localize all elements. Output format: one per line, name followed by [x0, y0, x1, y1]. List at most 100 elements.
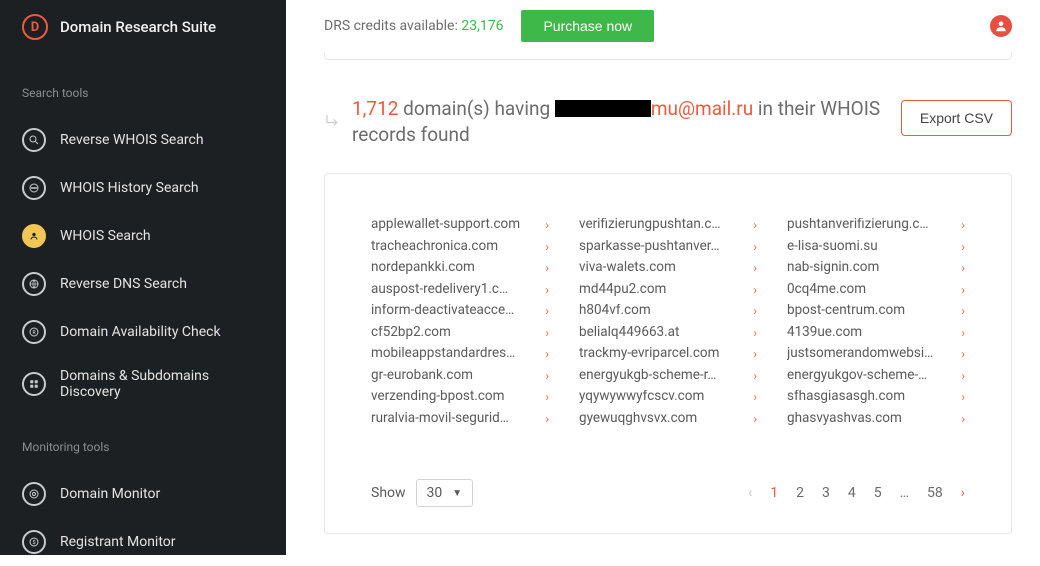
domain-name: md44pu2.com — [579, 283, 666, 297]
sidebar-item-whois-history-search[interactable]: WHOIS History Search — [0, 164, 286, 212]
domain-link[interactable]: bpost-centrum.com› — [787, 300, 965, 322]
purchase-button[interactable]: Purchase now — [521, 10, 654, 42]
domain-link[interactable]: applewallet-support.com› — [371, 214, 549, 236]
pager-page-4[interactable]: 4 — [848, 485, 856, 501]
domain-name: sparkasse-pushtanver… — [579, 240, 720, 254]
app-logo-icon: D — [22, 14, 48, 40]
domain-link[interactable]: auspost-redelivery1.c…› — [371, 279, 549, 301]
sidebar-item-registrant-monitor[interactable]: $Registrant Monitor — [0, 518, 286, 566]
domain-link[interactable]: nordepankki.com› — [371, 257, 549, 279]
domain-link[interactable]: ghasvyashvas.com› — [787, 408, 965, 430]
chevron-right-icon: › — [545, 219, 549, 231]
domain-link[interactable]: viva-walets.com› — [579, 257, 757, 279]
sidebar-item-domain-availability-check[interactable]: RDomain Availability Check — [0, 308, 286, 356]
pager-page-2[interactable]: 2 — [796, 485, 804, 501]
pager-next[interactable]: › — [961, 485, 965, 501]
chevron-right-icon: › — [753, 327, 757, 339]
sidebar-item-reverse-dns-search[interactable]: Reverse DNS Search — [0, 260, 286, 308]
previous-panel-edge — [324, 52, 1012, 60]
domain-column: verifizierungpushtan.c…›sparkasse-pushta… — [579, 214, 757, 429]
chevron-right-icon: › — [753, 262, 757, 274]
chevron-right-icon: › — [545, 241, 549, 253]
domain-link[interactable]: cf52bp2.com› — [371, 322, 549, 344]
nav-label: Reverse DNS Search — [60, 276, 187, 292]
pager-page-5[interactable]: 5 — [874, 485, 882, 501]
domain-link[interactable]: verifizierungpushtan.c…› — [579, 214, 757, 236]
domain-link[interactable]: tracheachronica.com › — [371, 236, 549, 258]
domain-link[interactable]: 4139ue.com› — [787, 322, 965, 344]
chevron-right-icon: › — [545, 391, 549, 403]
chevron-right-icon: › — [753, 305, 757, 317]
domain-link[interactable]: md44pu2.com› — [579, 279, 757, 301]
pager-page-1[interactable]: 1 — [770, 485, 778, 501]
domain-name: h804vf.com — [579, 304, 651, 318]
domain-link[interactable]: belialq449663.at› — [579, 322, 757, 344]
pager: ‹ 1 2 3 4 5 … 58 › — [748, 485, 965, 501]
chevron-right-icon: › — [961, 241, 965, 253]
pager-ellipsis: … — [900, 485, 909, 501]
domain-link[interactable]: justsomerandomwebsi… › — [787, 343, 965, 365]
register-icon: R — [22, 320, 46, 344]
page-size-select[interactable]: 30 ▼ — [416, 479, 474, 507]
chevron-right-icon: › — [753, 391, 757, 403]
result-count: 1,712 — [352, 97, 398, 120]
pager-page-3[interactable]: 3 — [822, 485, 830, 501]
domain-link[interactable]: trackmy-evriparcel.com › — [579, 343, 757, 365]
chevron-right-icon: › — [545, 305, 549, 317]
domain-link[interactable]: verzending-bpost.com› — [371, 386, 549, 408]
sidebar-item-whois-search[interactable]: WHOIS Search — [0, 212, 286, 260]
domain-link[interactable]: sparkasse-pushtanver…› — [579, 236, 757, 258]
domain-link[interactable]: 0cq4me.com› — [787, 279, 965, 301]
domain-name: 0cq4me.com — [787, 283, 866, 297]
domain-name: verifizierungpushtan.c… — [579, 218, 720, 232]
result-summary-row: 1,712 domain(s) having mu@mail.ru in the… — [324, 96, 1012, 147]
domain-link[interactable]: e-lisa-suomi.su› — [787, 236, 965, 258]
grid-icon — [22, 372, 46, 396]
nav-label: Domain Monitor — [60, 486, 160, 502]
result-summary: 1,712 domain(s) having mu@mail.ru in the… — [352, 96, 901, 147]
domain-link[interactable]: yqywywwyfcscv.com› — [579, 386, 757, 408]
export-csv-button[interactable]: Export CSV — [901, 100, 1012, 136]
redacted-email-prefix — [555, 100, 651, 117]
chevron-right-icon: › — [545, 327, 549, 339]
pager-page-58[interactable]: 58 — [927, 485, 943, 501]
domain-name: 4139ue.com — [787, 326, 862, 340]
domain-link[interactable]: ruralvia-movil-segurid…› — [371, 408, 549, 430]
chevron-right-icon: › — [545, 284, 549, 296]
domain-link[interactable]: h804vf.com › — [579, 300, 757, 322]
sidebar-item-domains-subdomains-discovery[interactable]: Domains & Subdomains Discovery — [0, 356, 286, 412]
chevron-right-icon: › — [961, 348, 965, 360]
indent-arrow-icon — [324, 112, 342, 130]
domain-link[interactable]: nab-signin.com› — [787, 257, 965, 279]
chevron-right-icon: › — [753, 413, 757, 425]
chevron-right-icon: › — [545, 348, 549, 360]
domain-link[interactable]: gyewuqghvsvx.com› — [579, 408, 757, 430]
domain-link[interactable]: energyukgb-scheme-r…› — [579, 365, 757, 387]
chevron-right-icon: › — [753, 348, 757, 360]
sidebar-item-domain-monitor[interactable]: Domain Monitor — [0, 470, 286, 518]
whois-icon — [22, 224, 46, 248]
pager-prev[interactable]: ‹ — [748, 485, 752, 501]
sidebar-item-reverse-whois-search[interactable]: Reverse WHOIS Search — [0, 116, 286, 164]
domain-link[interactable]: inform-deactivateacce…› — [371, 300, 549, 322]
user-icon[interactable] — [990, 15, 1012, 37]
domain-link[interactable]: energyukgov-scheme-…› — [787, 365, 965, 387]
chevron-right-icon: › — [961, 413, 965, 425]
sidebar-section-search: Search tools — [0, 58, 286, 116]
sidebar-section-monitor: Monitoring tools — [0, 412, 286, 470]
sidebar: D Domain Research Suite Search tools Rev… — [0, 0, 286, 555]
domain-name: gr-eurobank.com — [371, 369, 473, 383]
domain-column: pushtanverifizierung.c…›e-lisa-suomi.su›… — [787, 214, 965, 429]
domain-name: justsomerandomwebsi… — [787, 347, 933, 361]
domain-link[interactable]: gr-eurobank.com› — [371, 365, 549, 387]
history-icon — [22, 176, 46, 200]
domain-results-panel: applewallet-support.com›tracheachronica.… — [324, 173, 1012, 534]
domain-name: trackmy-evriparcel.com — [579, 347, 719, 361]
domain-link[interactable]: pushtanverifizierung.c…› — [787, 214, 965, 236]
caret-down-icon: ▼ — [452, 488, 462, 499]
domain-name: tracheachronica.com — [371, 240, 498, 254]
chevron-right-icon: › — [961, 262, 965, 274]
domain-link[interactable]: mobileappstandardres…› — [371, 343, 549, 365]
domain-link[interactable]: sfhasgiasasgh.com› — [787, 386, 965, 408]
chevron-right-icon: › — [961, 370, 965, 382]
